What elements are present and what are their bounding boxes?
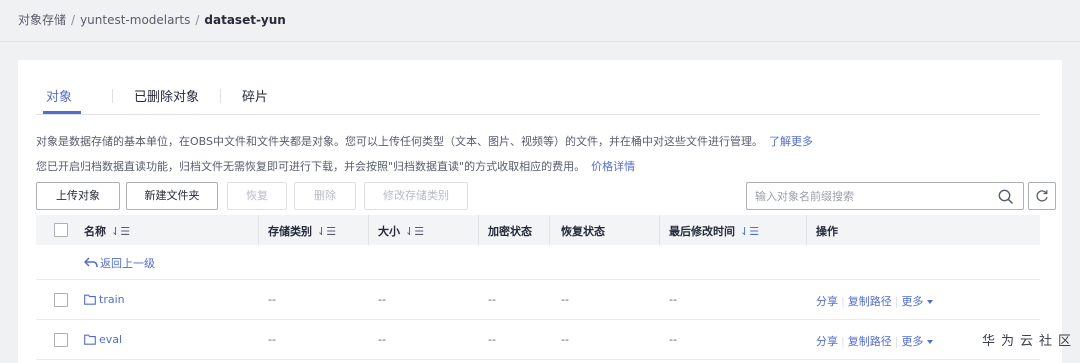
upload-object-button[interactable]: 上传对象: [36, 182, 120, 210]
table-header: 名称 ⇃☰ 存储类别 ⇃☰ 大小 ⇃☰ 加密状态 恢复状态 最后修改时间 ⇃☰ 操作: [36, 215, 1040, 245]
sort-icon[interactable]: ⇃☰: [405, 225, 424, 238]
column-name-label: 名称: [84, 225, 106, 238]
last-modified-cell: --: [669, 333, 677, 346]
breadcrumb-separator: /: [71, 13, 76, 27]
description-line-1: 对象是数据存储的基本单位，在OBS中文件和文件夹都是对象。您可以上传任何类型（文…: [36, 133, 813, 149]
column-header-size[interactable]: 大小 ⇃☰: [378, 223, 424, 239]
more-dropdown[interactable]: 更多: [901, 335, 934, 348]
change-storage-class-button[interactable]: 修改存储类别: [364, 182, 468, 210]
back-arrow-icon: [83, 257, 98, 268]
column-divider: [258, 215, 259, 245]
column-divider: [478, 215, 479, 245]
action-divider: |: [841, 335, 845, 348]
tab-bar: 对象 已删除对象 碎片: [36, 80, 1040, 115]
back-row: 返回上一级: [36, 246, 1040, 280]
tab-deleted-objects[interactable]: 已删除对象: [134, 86, 199, 105]
refresh-icon: [1036, 190, 1048, 202]
search-icon[interactable]: [997, 188, 1015, 206]
column-storage-class-label: 存储类别: [268, 225, 312, 238]
column-header-storage-class[interactable]: 存储类别 ⇃☰: [268, 223, 336, 239]
sort-icon[interactable]: ⇃☰: [111, 225, 130, 238]
table-row: train -- -- -- -- -- 分享 | 复制路径 | 更多: [36, 280, 1040, 320]
caret-down-icon: [927, 300, 934, 304]
action-divider: |: [841, 295, 845, 308]
active-tab-indicator: [43, 111, 81, 114]
back-link-label: 返回上一级: [100, 257, 155, 270]
select-all-checkbox[interactable]: [54, 223, 68, 237]
column-divider: [549, 215, 550, 245]
new-folder-button[interactable]: 新建文件夹: [126, 182, 218, 210]
row-checkbox[interactable]: [54, 293, 68, 307]
copy-path-link[interactable]: 复制路径: [848, 295, 892, 308]
row-actions: 分享 | 复制路径 | 更多: [816, 333, 934, 349]
breadcrumb-current: dataset-yun: [204, 13, 286, 27]
row-checkbox[interactable]: [54, 333, 68, 347]
column-header-last-modified[interactable]: 最后修改时间 ⇃☰: [669, 223, 759, 239]
column-header-actions: 操作: [816, 225, 838, 238]
restore-status-cell: --: [561, 293, 569, 306]
action-divider: |: [894, 335, 899, 348]
encryption-cell: --: [488, 293, 496, 306]
tab-divider: [220, 89, 221, 103]
action-divider: |: [894, 295, 899, 308]
objects-panel: 对象 已删除对象 碎片 对象是数据存储的基本单位，在OBS中文件和文件夹都是对象…: [18, 60, 1062, 363]
folder-icon: [84, 334, 96, 345]
tab-divider: [112, 89, 113, 103]
more-dropdown[interactable]: 更多: [901, 295, 934, 308]
caret-down-icon: [927, 340, 934, 344]
pricing-details-link[interactable]: 价格详情: [591, 160, 635, 173]
search-input[interactable]: [755, 189, 985, 204]
column-divider: [659, 215, 660, 245]
more-label: 更多: [901, 295, 924, 308]
breadcrumb-root[interactable]: 对象存储: [18, 13, 66, 27]
column-header-encryption: 加密状态: [488, 225, 532, 238]
column-size-label: 大小: [378, 225, 400, 238]
row-actions: 分享 | 复制路径 | 更多: [816, 293, 934, 309]
last-modified-cell: --: [669, 293, 677, 306]
size-cell: --: [378, 293, 386, 306]
breadcrumb: 对象存储 / yuntest-modelarts / dataset-yun: [18, 11, 286, 28]
share-link[interactable]: 分享: [816, 335, 838, 348]
breadcrumb-separator: /: [195, 13, 200, 27]
watermark: 华为云社区: [982, 334, 1078, 349]
column-divider: [368, 215, 369, 245]
learn-more-link[interactable]: 了解更多: [769, 135, 813, 148]
table-row: eval -- -- -- -- -- 分享 | 复制路径 | 更多: [36, 320, 1040, 360]
folder-name: eval: [99, 333, 123, 346]
search-box: [746, 182, 1024, 210]
breadcrumb-bucket[interactable]: yuntest-modelarts: [80, 13, 190, 27]
description-text: 对象是数据存储的基本单位，在OBS中文件和文件夹都是对象。您可以上传任何类型（文…: [36, 135, 763, 148]
folder-link[interactable]: train: [84, 293, 125, 306]
description-line-2: 您已开启归档数据直读功能，归档文件无需恢复即可进行下载，并会按照"归档数据直读"…: [36, 158, 635, 174]
share-link[interactable]: 分享: [816, 295, 838, 308]
more-label: 更多: [901, 335, 924, 348]
sort-icon[interactable]: ⇃☰: [317, 225, 336, 238]
back-to-parent-link[interactable]: 返回上一级: [83, 255, 155, 271]
restore-button[interactable]: 恢复: [227, 182, 287, 210]
tab-objects[interactable]: 对象: [46, 86, 72, 105]
folder-icon: [84, 294, 96, 305]
tab-fragments[interactable]: 碎片: [242, 86, 268, 105]
encryption-cell: --: [488, 333, 496, 346]
folder-link[interactable]: eval: [84, 333, 122, 346]
delete-button[interactable]: 删除: [294, 182, 356, 210]
storage-class-cell: --: [268, 333, 276, 346]
column-header-name[interactable]: 名称 ⇃☰: [84, 223, 130, 239]
folder-name: train: [99, 293, 125, 306]
refresh-button[interactable]: [1028, 182, 1056, 210]
size-cell: --: [378, 333, 386, 346]
archive-notice-text: 您已开启归档数据直读功能，归档文件无需恢复即可进行下载，并会按照"归档数据直读"…: [36, 160, 586, 173]
column-last-modified-label: 最后修改时间: [669, 225, 735, 238]
storage-class-cell: --: [268, 293, 276, 306]
copy-path-link[interactable]: 复制路径: [848, 335, 892, 348]
column-header-restore-status: 恢复状态: [561, 225, 605, 238]
breadcrumb-bar: 对象存储 / yuntest-modelarts / dataset-yun: [0, 0, 1080, 42]
sort-icon[interactable]: ⇃☰: [740, 225, 759, 238]
column-divider: [806, 215, 807, 245]
restore-status-cell: --: [561, 333, 569, 346]
